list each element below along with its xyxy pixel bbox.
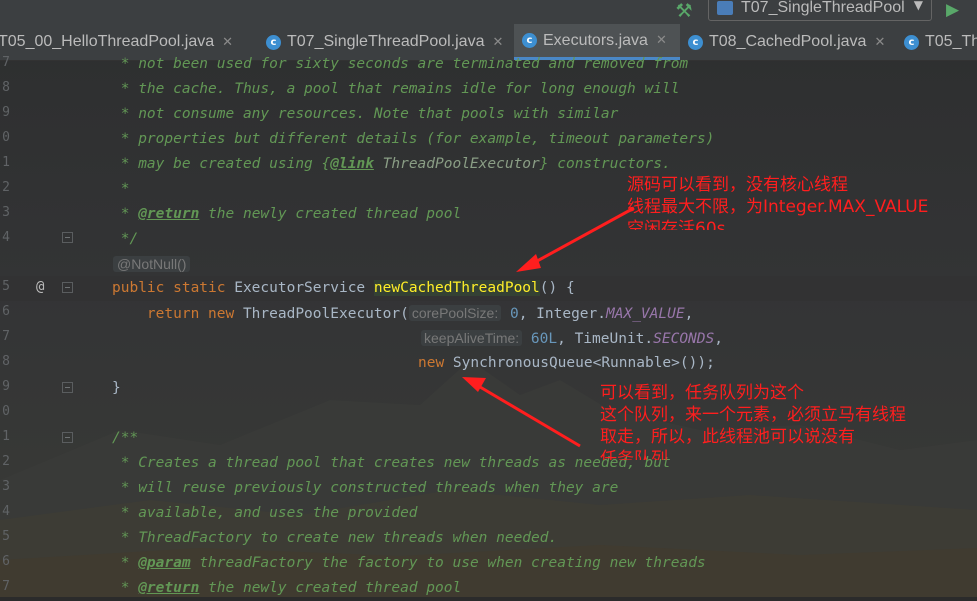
note-line: 这个队列，来一个元素，必须立马有线程 (600, 405, 906, 425)
note-line: 任务队列 (600, 449, 668, 460)
note-line: 线程最大不限，为Integer.MAX_VALUE (627, 197, 929, 217)
note-line: 取走，所以，此线程池可以说没有 (600, 427, 855, 447)
arrow-to-queue (474, 382, 581, 448)
note-line: 空闲存活60s (627, 219, 726, 230)
annotation-note-top: 源码可以看到，没有核心线程 线程最大不限，为Integer.MAX_VALUE … (627, 174, 928, 230)
arrowhead-icon (516, 254, 541, 272)
annotation-arrows (462, 206, 635, 448)
arrow-to-method (527, 206, 635, 268)
annotation-note-bottom: 可以看到，任务队列为这个 这个队列，来一个元素，必须立马有线程 取走，所以，此线… (600, 382, 906, 460)
note-line: 源码可以看到，没有核心线程 (627, 175, 848, 195)
note-line: 可以看到，任务队列为这个 (600, 383, 804, 403)
